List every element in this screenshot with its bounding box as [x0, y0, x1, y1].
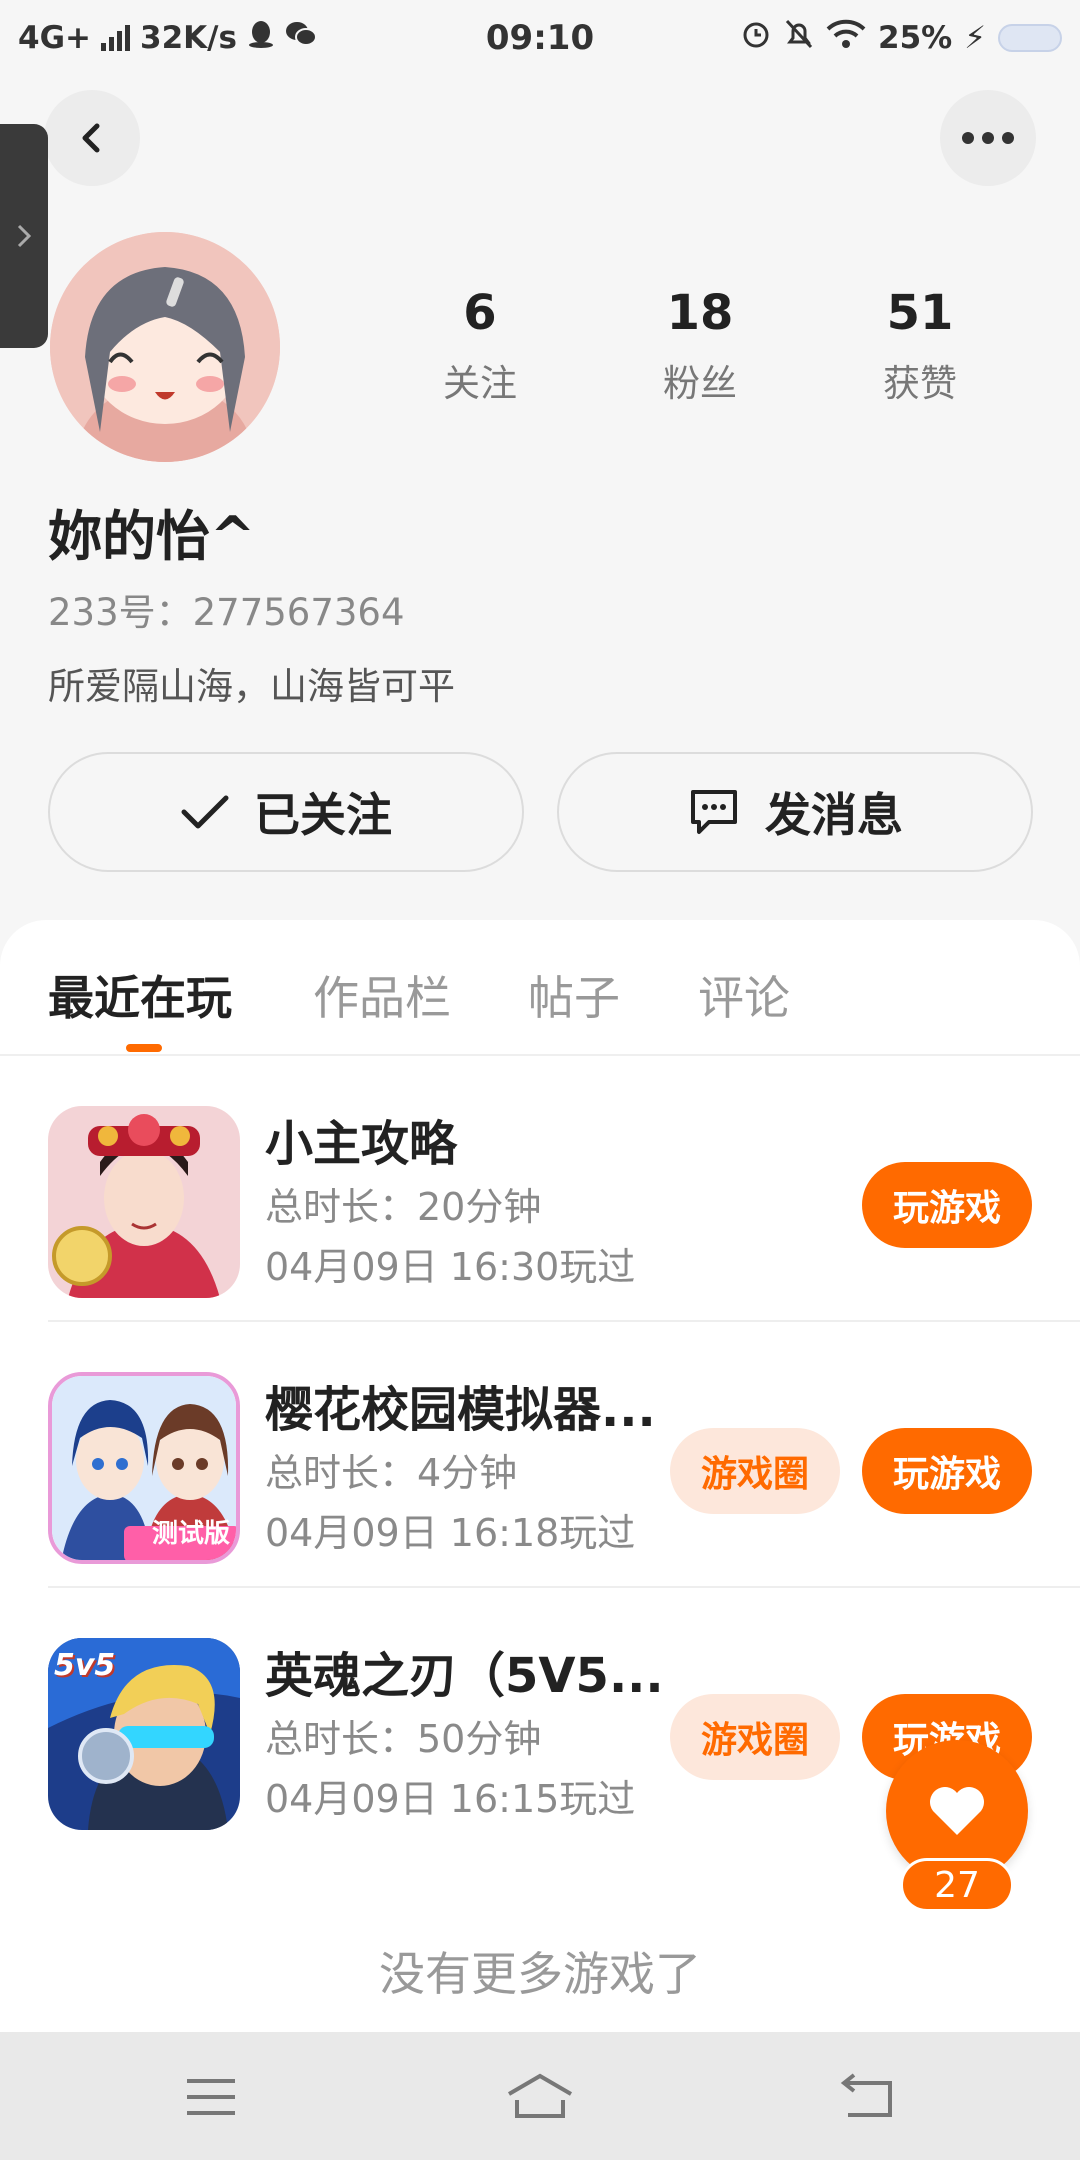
stat-value: 18: [666, 285, 734, 341]
stat-following[interactable]: 6 关注: [370, 285, 590, 407]
chat-bubble-icon: [691, 790, 737, 834]
game-duration: 总时长：20分钟: [265, 1185, 542, 1229]
heart-icon: [930, 1787, 984, 1835]
battery-percent: 25%: [878, 20, 953, 56]
game-row[interactable]: 测试版 樱花校园模拟器... 总时长：4分钟 04月09日 16:18玩过 游戏…: [0, 1322, 1080, 1588]
game-row[interactable]: 小主攻略 总时长：20分钟 04月09日 16:30玩过 玩游戏: [0, 1056, 1080, 1322]
message-label: 发消息: [765, 788, 903, 842]
mute-icon: [784, 18, 814, 58]
wechat-icon: [285, 20, 317, 56]
stat-likes[interactable]: 51 获赞: [810, 285, 1030, 407]
tab-comments[interactable]: 评论: [698, 962, 790, 1028]
charging-icon: ⚡: [964, 20, 986, 56]
game-icon-badge: 测试版: [151, 1519, 230, 1549]
check-icon: [181, 795, 229, 829]
game-circle-button[interactable]: 游戏圈: [670, 1428, 840, 1514]
game-duration: 总时长：4分钟: [265, 1451, 518, 1495]
menu-button[interactable]: [176, 2062, 246, 2132]
system-nav-bar: [0, 2032, 1080, 2160]
username: 妳的怡^: [48, 505, 256, 568]
follow-label: 已关注: [254, 788, 392, 842]
stat-value: 51: [886, 285, 954, 341]
game-duration: 总时长：50分钟: [265, 1717, 542, 1761]
no-more-games-text: 没有更多游戏了: [379, 1947, 701, 2001]
wifi-icon: [826, 19, 866, 57]
network-type: 4G+: [18, 20, 91, 56]
stat-label: 粉丝: [663, 362, 737, 405]
play-game-button[interactable]: 玩游戏: [862, 1162, 1032, 1248]
signal-icon: [101, 25, 130, 51]
game-icon[interactable]: 5v5: [48, 1638, 240, 1830]
message-button[interactable]: 发消息: [557, 752, 1033, 872]
user-id: 233号：277567364: [48, 591, 405, 634]
tab-works[interactable]: 作品栏: [313, 962, 451, 1028]
qq-icon: [247, 19, 275, 57]
status-bar: 4G+ 32K/s 09:10 25% ⚡: [0, 0, 1080, 76]
battery-icon: [998, 24, 1062, 52]
more-button[interactable]: [940, 90, 1036, 186]
stat-label: 关注: [443, 362, 517, 405]
more-horizontal-icon: [962, 132, 1014, 144]
back-arrow-icon: [840, 2073, 892, 2117]
network-speed: 32K/s: [140, 20, 237, 56]
home-icon: [507, 2073, 573, 2118]
chevron-left-icon: [82, 123, 100, 153]
like-count: 27: [900, 1858, 1014, 1912]
game-title: 英魂之刃（5V5...: [265, 1648, 664, 1704]
avatar[interactable]: [50, 232, 280, 462]
back-button[interactable]: [44, 90, 140, 186]
game-last-played: 04月09日 16:15玩过: [265, 1777, 636, 1821]
chevron-right-icon: [17, 224, 32, 248]
stat-value: 6: [463, 285, 497, 341]
game-icon[interactable]: 测试版: [48, 1372, 240, 1564]
tab-indicator: [126, 1044, 162, 1052]
profile-stats: 6 关注 18 粉丝 51 获赞: [370, 285, 1030, 407]
game-icon[interactable]: [48, 1106, 240, 1298]
stat-followers[interactable]: 18 粉丝: [590, 285, 810, 407]
alarm-icon: [740, 18, 772, 58]
menu-icon: [187, 2079, 235, 2115]
home-button[interactable]: [505, 2062, 575, 2132]
game-circle-button[interactable]: 游戏圈: [670, 1694, 840, 1780]
side-drawer-handle[interactable]: [0, 124, 48, 348]
game-title: 樱花校园模拟器...: [265, 1382, 656, 1438]
tab-posts[interactable]: 帖子: [528, 962, 620, 1028]
back-nav-button[interactable]: [833, 2062, 903, 2132]
tab-recent-played[interactable]: 最近在玩: [48, 962, 232, 1028]
stat-label: 获赞: [883, 362, 957, 405]
user-bio: 所爱隔山海，山海皆可平: [48, 665, 455, 708]
game-last-played: 04月09日 16:30玩过: [265, 1245, 636, 1289]
follow-button[interactable]: 已关注: [48, 752, 524, 872]
play-game-button[interactable]: 玩游戏: [862, 1428, 1032, 1514]
game-title: 小主攻略: [265, 1116, 458, 1172]
game-icon-badge: 5v5: [54, 1648, 116, 1683]
game-last-played: 04月09日 16:18玩过: [265, 1511, 636, 1555]
tab-bar: 最近在玩 作品栏 帖子 评论: [0, 920, 1080, 1056]
